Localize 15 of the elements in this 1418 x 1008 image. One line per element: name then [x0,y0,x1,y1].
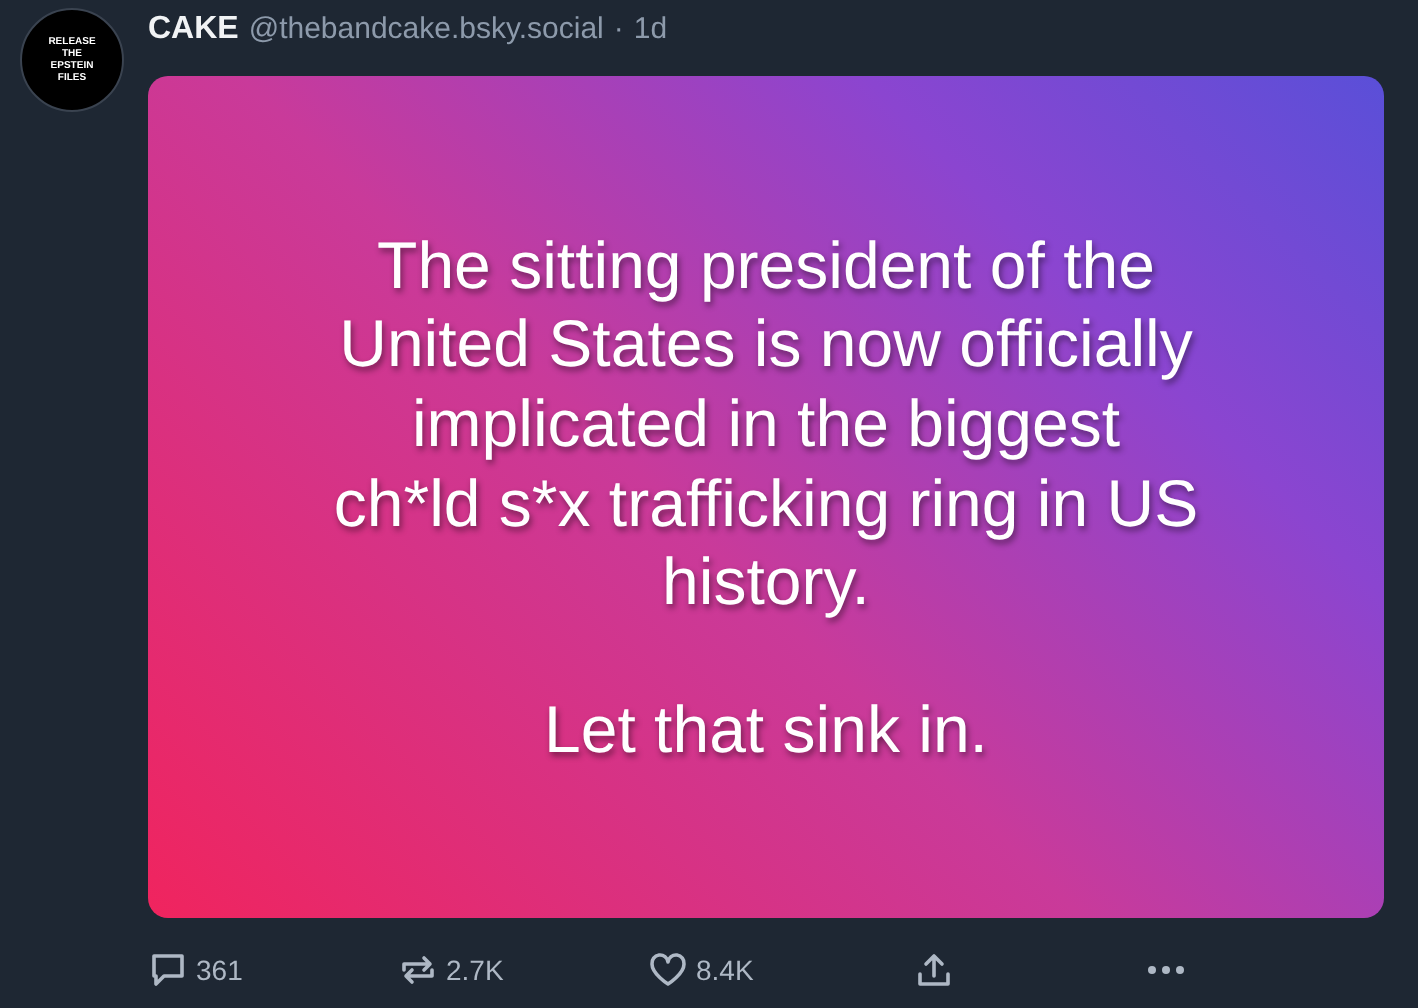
speech-bubble-icon [148,950,188,990]
image-card[interactable]: The sitting president of the United States is now officially implicated in the biggest ch*ld s*x trafficking ring in US history. Let that sink in. [148,76,1384,918]
heart-icon [648,950,688,990]
image-text: Let that sink in. [544,689,988,769]
reply-button[interactable]: 361 [148,946,398,994]
separator: · [613,12,624,46]
repost-button[interactable]: 2.7K [398,946,648,994]
like-button[interactable]: 8.4K [648,946,898,994]
post-age: 1d [633,12,668,46]
more-icon [1146,964,1186,976]
image-text: The sitting president of the United States is now officially implicated in the biggest ch*ld s*x trafficking ring in US history. [333,225,1199,622]
share-icon [914,950,954,990]
repost-icon [398,950,438,990]
user-handle[interactable]: @thebandcake.bsky.social [248,12,604,46]
display-name[interactable]: CAKE [148,12,239,48]
